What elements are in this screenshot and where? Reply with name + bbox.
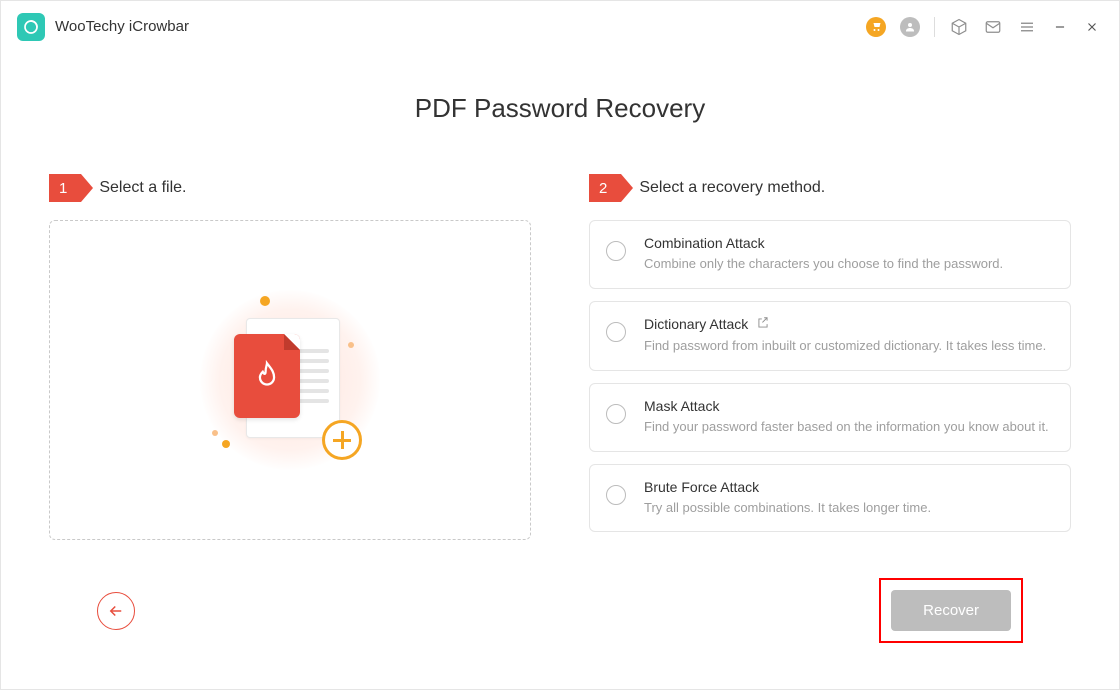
app-logo (17, 13, 45, 41)
method-brute-force-attack[interactable]: Brute Force Attack Try all possible comb… (589, 464, 1071, 533)
recover-highlight-box: Recover (879, 578, 1023, 643)
cart-icon[interactable] (866, 17, 886, 37)
close-button[interactable] (1083, 18, 1101, 36)
user-icon[interactable] (900, 17, 920, 37)
col-select-file: 1 Select a file. (49, 174, 531, 540)
step-1-badge: 1 (49, 174, 81, 202)
radio-mask[interactable] (606, 404, 626, 424)
menu-icon[interactable] (1017, 17, 1037, 37)
titlebar: WooTechy iCrowbar (1, 1, 1119, 53)
methods-list: Combination Attack Combine only the char… (589, 220, 1071, 532)
method-desc: Try all possible combinations. It takes … (644, 499, 1052, 518)
step-2-header: 2 Select a recovery method. (589, 174, 1071, 202)
minimize-button[interactable] (1051, 18, 1069, 36)
main-content: PDF Password Recovery 1 Select a file. (1, 53, 1119, 689)
mail-icon[interactable] (983, 17, 1003, 37)
columns: 1 Select a file. (49, 174, 1071, 540)
method-title: Combination Attack (644, 235, 765, 251)
radio-combination[interactable] (606, 241, 626, 261)
radio-dictionary[interactable] (606, 322, 626, 342)
radio-brute-force[interactable] (606, 485, 626, 505)
file-illustration (200, 290, 380, 470)
method-desc: Find your password faster based on the i… (644, 418, 1052, 437)
method-mask-attack[interactable]: Mask Attack Find your password faster ba… (589, 383, 1071, 452)
plus-icon (322, 420, 362, 460)
footer: Recover (49, 578, 1071, 669)
step-1-label: Select a file. (99, 179, 186, 197)
col-recovery-method: 2 Select a recovery method. Combination … (589, 174, 1071, 540)
step-2-badge: 2 (589, 174, 621, 202)
recover-button[interactable]: Recover (891, 590, 1011, 631)
method-desc: Find password from inbuilt or customized… (644, 337, 1052, 356)
titlebar-divider (934, 17, 935, 37)
method-title: Brute Force Attack (644, 479, 759, 495)
step-2-label: Select a recovery method. (639, 179, 825, 197)
pdf-icon (234, 334, 300, 418)
method-combination-attack[interactable]: Combination Attack Combine only the char… (589, 220, 1071, 289)
app-window: WooTechy iCrowbar (0, 0, 1120, 690)
page-title: PDF Password Recovery (49, 93, 1071, 124)
cube-icon[interactable] (949, 17, 969, 37)
titlebar-icons (866, 17, 1101, 37)
method-desc: Combine only the characters you choose t… (644, 255, 1052, 274)
step-1-header: 1 Select a file. (49, 174, 531, 202)
back-button[interactable] (97, 592, 135, 630)
file-drop-zone[interactable] (49, 220, 531, 540)
method-title: Mask Attack (644, 398, 719, 414)
import-icon[interactable] (756, 316, 770, 333)
app-title: WooTechy iCrowbar (55, 18, 189, 35)
method-dictionary-attack[interactable]: Dictionary Attack Find password from inb… (589, 301, 1071, 371)
method-title: Dictionary Attack (644, 316, 748, 332)
